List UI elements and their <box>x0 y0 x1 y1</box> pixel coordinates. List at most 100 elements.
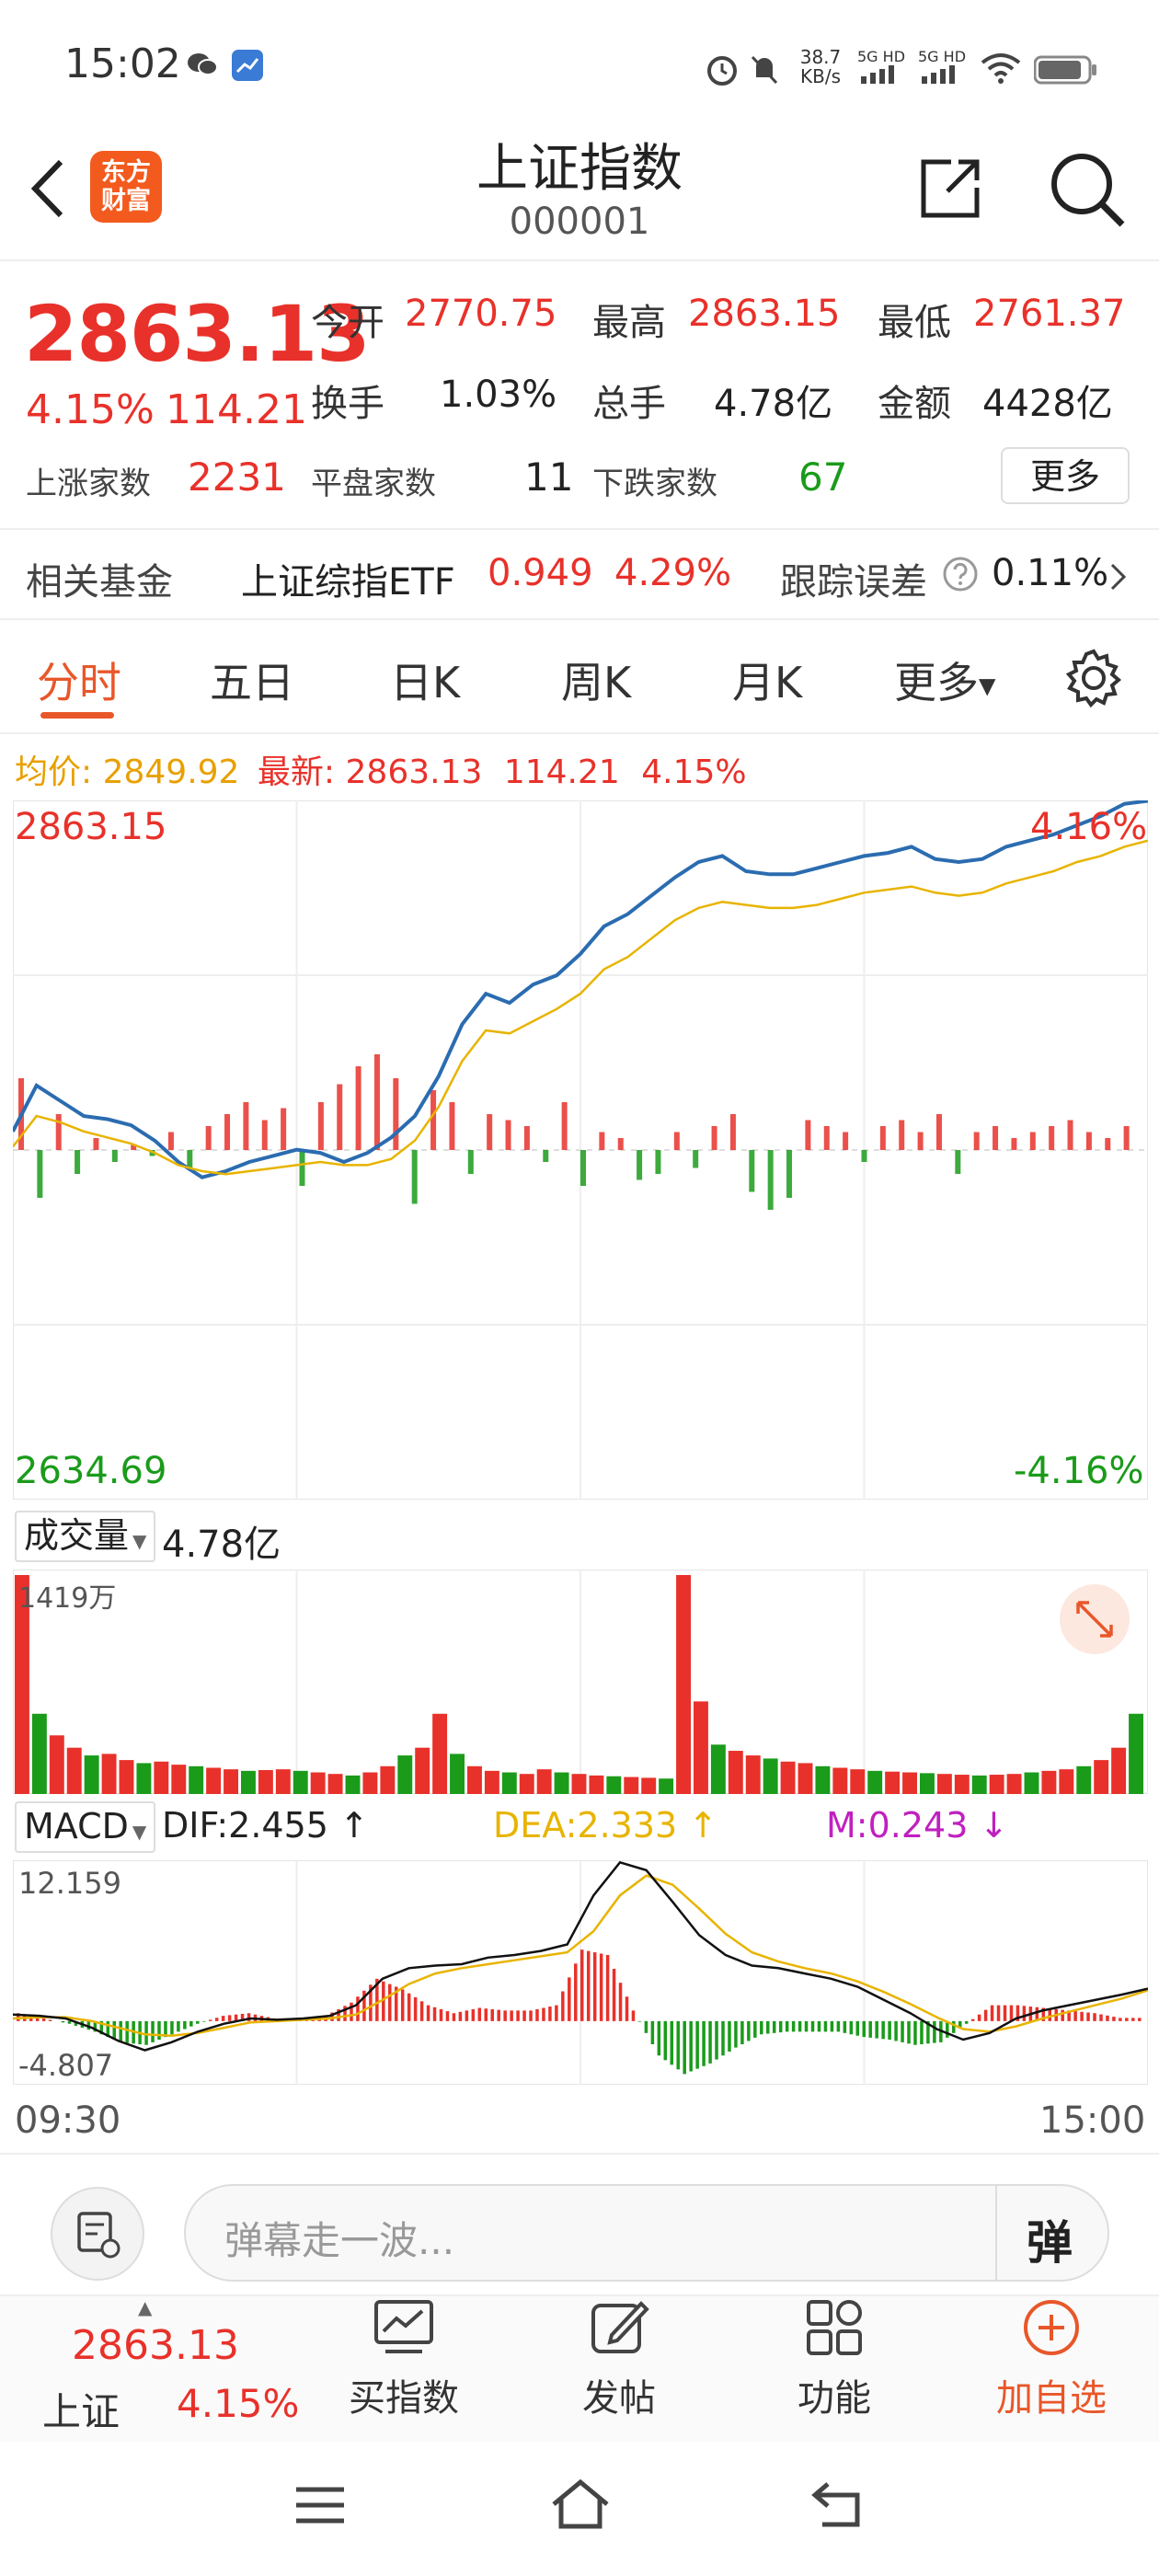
tab-more[interactable]: 更多▼ <box>894 650 995 710</box>
volume-bar <box>815 1765 831 1794</box>
amount-label: 金额 <box>878 383 951 425</box>
breadth-bar <box>430 1090 437 1150</box>
macd-hist-bar <box>471 2008 476 2021</box>
macd-hist-bar <box>580 1949 584 2021</box>
functions-button[interactable]: 功能 <box>765 2298 903 2421</box>
volume-bar <box>1129 1713 1143 1794</box>
macd-hist-bar <box>952 2020 956 2033</box>
buy-index-button[interactable]: 买指数 <box>335 2298 473 2421</box>
post-button[interactable]: 发帖 <box>550 2298 688 2421</box>
volume-bar <box>258 1770 273 1794</box>
status-time: 15:02 <box>64 40 181 87</box>
breadth-bar <box>899 1120 905 1150</box>
dropdown-arrow-icon: ▼ <box>979 673 996 699</box>
macd-hist-bar <box>970 2018 975 2021</box>
macd-hist-bar <box>439 2008 443 2021</box>
tab-monthly-k[interactable]: 月K <box>732 650 802 710</box>
menu-icon[interactable] <box>293 2482 348 2532</box>
macd-hist-bar <box>202 2020 206 2022</box>
gear-icon[interactable] <box>1063 648 1124 712</box>
macd-hist-bar <box>221 2016 225 2021</box>
macd-hist-bar <box>631 2010 636 2021</box>
danmu-toggle-button[interactable]: 弹 <box>1027 2206 1073 2272</box>
mute-icon <box>747 52 782 90</box>
help-icon[interactable] <box>942 556 979 596</box>
net-speed: 38.7 KB/s <box>799 46 842 87</box>
macd-hist-bar <box>605 1954 610 2021</box>
macd-hist-bar <box>151 2020 155 2042</box>
turnover-value: 1.03% <box>440 374 557 416</box>
x-axis-end: 15:00 <box>1039 2099 1146 2142</box>
danmu-input[interactable]: 弹幕走一波... 弹 <box>184 2184 1109 2282</box>
breadth-bar <box>411 1150 418 1204</box>
breadth-bar <box>823 1126 830 1150</box>
volume-bar <box>1076 1765 1092 1794</box>
share-icon[interactable] <box>914 153 986 228</box>
volume-bar <box>66 1747 82 1794</box>
macd-hist-bar <box>112 2020 116 2041</box>
expand-icon[interactable] <box>1058 1582 1131 1660</box>
volume-bar <box>84 1755 99 1794</box>
bottom-index-price[interactable]: 2863.13 <box>72 2322 239 2369</box>
open-label: 今开 <box>311 302 384 344</box>
volume-bar <box>1006 1774 1022 1794</box>
macd-hist-bar <box>920 2020 924 2045</box>
breadth-bar <box>1105 1138 1111 1150</box>
macd-hist-bar <box>516 2010 520 2021</box>
volume-bar <box>971 1775 987 1794</box>
breadth-bar <box>637 1150 643 1180</box>
volume-selector[interactable]: 成交量 ▼ <box>15 1511 156 1562</box>
open-value: 2770.75 <box>405 293 557 335</box>
macd-hist-bar <box>817 2020 821 2032</box>
change-value: 114.21 <box>166 386 307 433</box>
macd-hist-bar <box>1086 2012 1090 2021</box>
macd-hist-bar <box>183 2020 187 2030</box>
intraday-price-chart[interactable] <box>13 800 1148 1500</box>
more-quote-button[interactable]: 更多 <box>1001 447 1130 504</box>
volume-bar <box>554 1772 569 1794</box>
tab-daily-k[interactable]: 日K <box>390 650 460 710</box>
breadth-bar <box>693 1150 699 1168</box>
macd-hist-bar <box>144 2020 148 2045</box>
home-icon[interactable] <box>548 2477 613 2536</box>
tab-intraday[interactable]: 分时 <box>37 650 121 710</box>
macd-hist-bar <box>1003 2005 1007 2021</box>
macd-hist-bar <box>721 2020 725 2056</box>
macd-hist-bar <box>933 2020 936 2043</box>
bottom-index-name[interactable]: 上证 <box>42 2381 120 2437</box>
volume-bar <box>101 1754 117 1794</box>
macd-hist-bar <box>388 1984 392 2021</box>
macd-hist-bar <box>477 2007 482 2021</box>
macd-selector[interactable]: MACD ▼ <box>15 1801 156 1853</box>
tabs-divider <box>0 732 1159 734</box>
bottom-index-pct[interactable]: 4.15% <box>177 2381 299 2426</box>
volume-bar <box>798 1763 813 1794</box>
macd-hist-bar <box>894 2020 898 2041</box>
breadth-bar <box>487 1114 493 1150</box>
macd-hist-bar <box>650 2020 655 2045</box>
macd-hist-bar <box>599 1953 603 2021</box>
breadth-bar <box>337 1084 343 1150</box>
search-icon[interactable] <box>1045 147 1128 234</box>
related-fund-row[interactable]: 相关基金 上证综指ETF 0.949 4.29% 跟踪误差 0.11% <box>0 539 1159 622</box>
macd-hist-bar <box>400 1989 405 2021</box>
macd-hist-bar <box>465 2010 469 2021</box>
tab-five-day[interactable]: 五日 <box>210 650 294 710</box>
breadth-bar <box>973 1132 980 1150</box>
volume-bar <box>450 1754 465 1794</box>
avg-label: 均价: <box>15 753 93 791</box>
tab-weekly-k[interactable]: 周K <box>561 650 631 710</box>
return-icon[interactable] <box>809 2478 865 2534</box>
volume-bar <box>224 1769 238 1794</box>
macd-hist-bar <box>426 2005 430 2021</box>
volume-bar <box>501 1772 517 1794</box>
macd-hist-bar <box>855 2020 860 2036</box>
status-bar: 15:02 38.7 KB/s 5G HD 5G HD <box>0 0 1159 138</box>
breadth-bar <box>261 1120 268 1150</box>
macd-hist-bar <box>753 2020 757 2038</box>
low-value: 2761.37 <box>973 293 1126 335</box>
volume-bar <box>571 1774 587 1794</box>
note-settings-icon[interactable] <box>50 2186 145 2285</box>
breadth-bar <box>993 1126 999 1150</box>
add-watchlist-button[interactable]: 加自选 <box>982 2298 1120 2421</box>
